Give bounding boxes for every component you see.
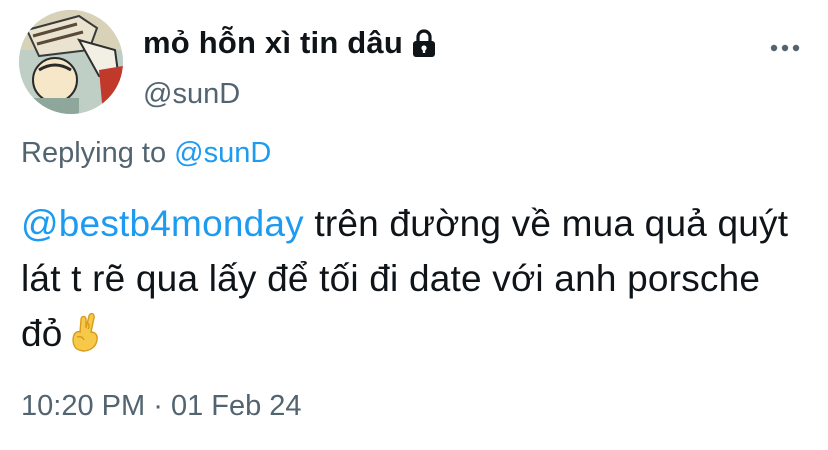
tweet-timestamp[interactable]: 10:20 PM · 01 Feb 24 — [21, 390, 302, 423]
more-horizontal-icon[interactable] — [770, 40, 800, 52]
tweet-card: mỏ hỗn xì tin dâu @sunD Replying to @sun… — [0, 0, 828, 450]
replying-to-label: Replying to — [21, 137, 167, 169]
author-handle[interactable]: @sunD — [143, 78, 768, 111]
tweet-text: @bestb4monday trên đường về mua quả quýt… — [21, 196, 811, 361]
tweet-date: 01 Feb 24 — [170, 390, 302, 422]
timestamp-separator: · — [153, 390, 163, 422]
tweet-header: mỏ hỗn xì tin dâu @sunD — [143, 22, 768, 111]
replying-to-line: Replying to @sunD — [21, 137, 271, 170]
tweet-time: 10:20 PM — [21, 390, 146, 422]
avatar[interactable] — [19, 10, 123, 114]
display-name-row: mỏ hỗn xì tin dâu — [143, 22, 768, 64]
replying-to-handle-link[interactable]: @sunD — [174, 137, 271, 169]
lock-icon — [411, 28, 437, 58]
display-name[interactable]: mỏ hỗn xì tin dâu — [143, 25, 403, 61]
avatar-image — [19, 10, 123, 114]
mention-link[interactable]: @bestb4monday — [21, 203, 304, 244]
crossed-fingers-emoji-icon — [69, 310, 101, 352]
